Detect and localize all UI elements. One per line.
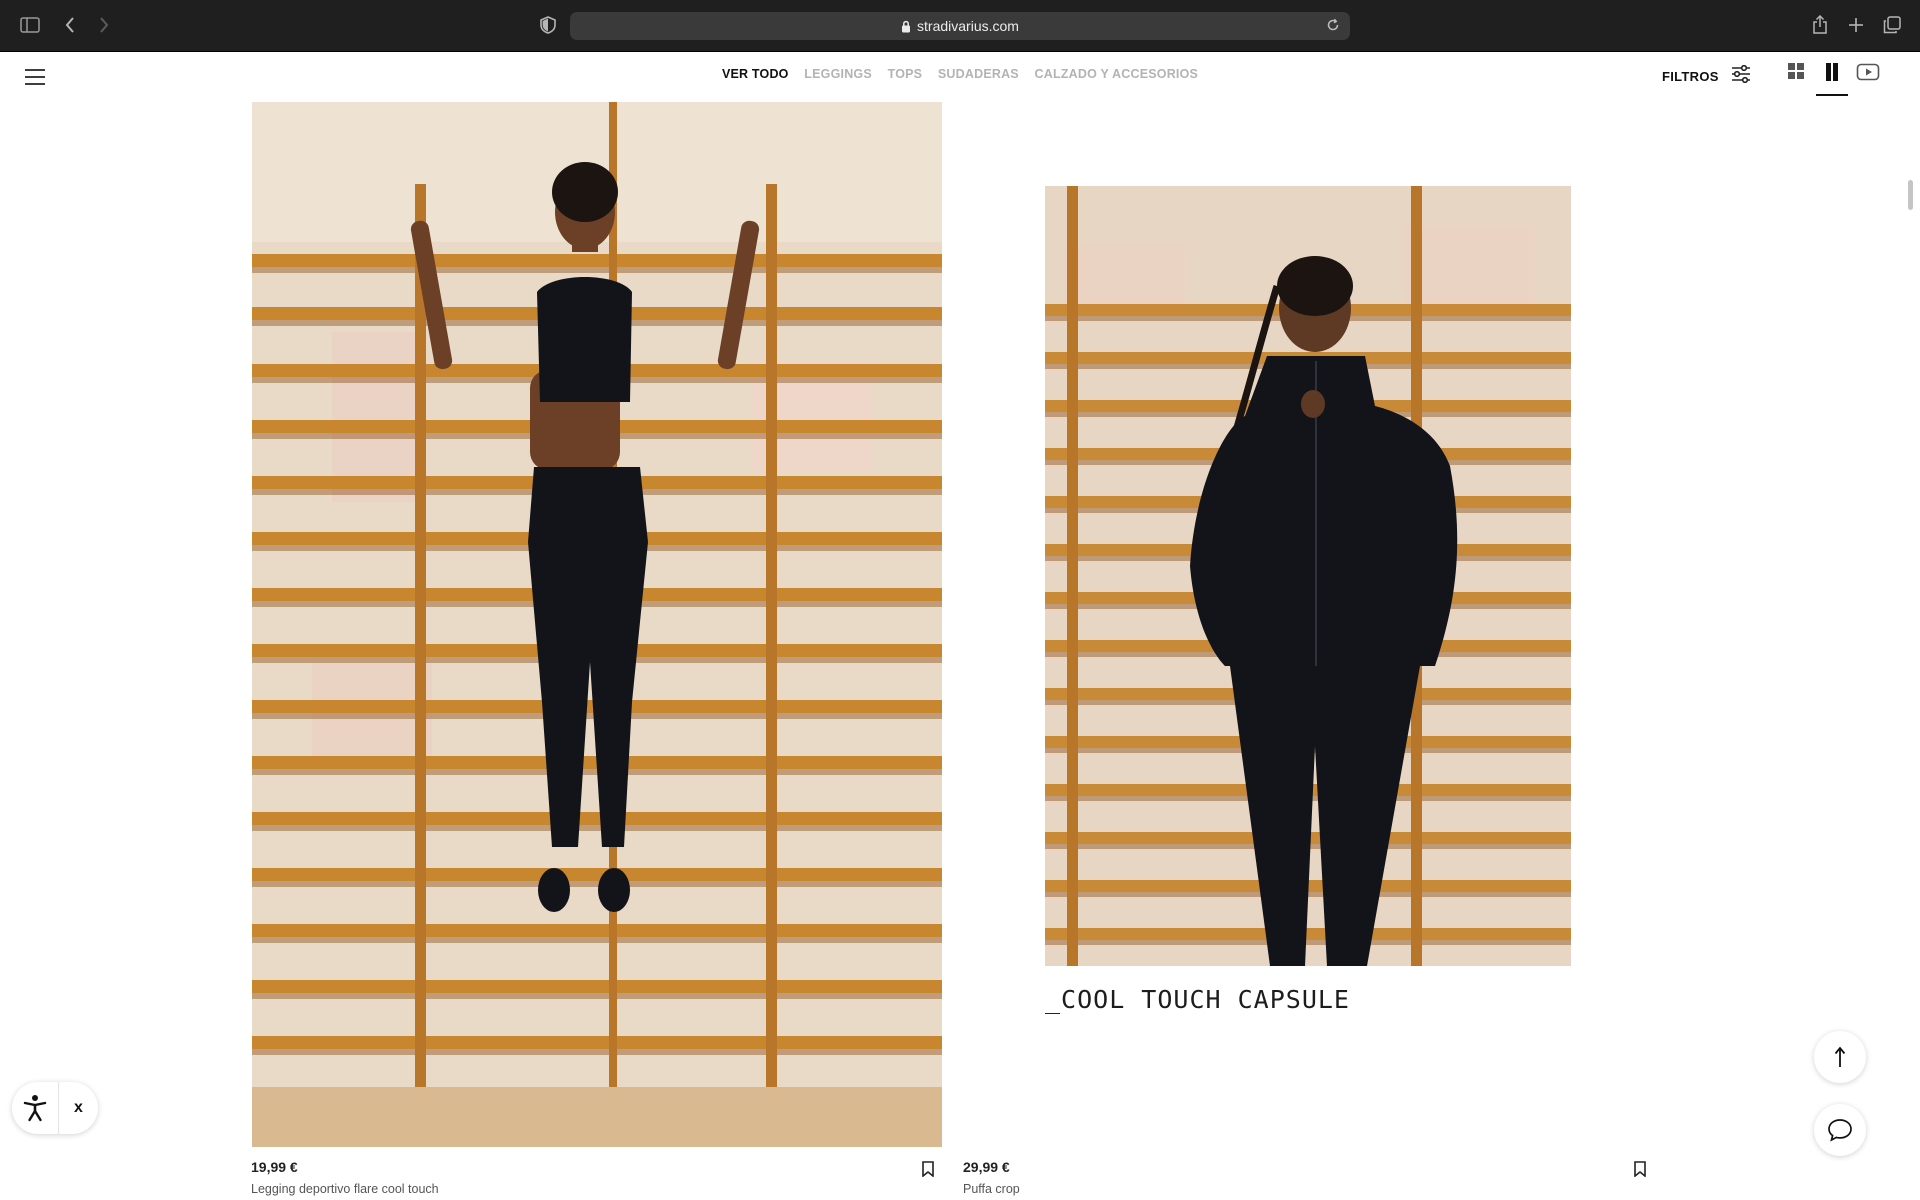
scrollbar-thumb[interactable] [1908,180,1913,210]
accessibility-button[interactable] [12,1082,59,1134]
scroll-to-top-button[interactable] [1814,1031,1866,1083]
shield-icon[interactable] [534,12,562,38]
nav-item-calzado-y-accesorios[interactable]: CALZADO Y ACCESORIOS [1035,67,1199,81]
accessibility-icon [23,1095,47,1122]
forward-icon[interactable] [90,12,118,38]
chat-button[interactable] [1814,1104,1866,1156]
browser-toolbar: stradivarius.com [0,0,1920,52]
arrow-up-icon [1834,1046,1846,1067]
new-tab-icon[interactable] [1842,12,1870,38]
nav-item-ver-todo[interactable]: VER TODO [722,67,789,81]
accessibility-widget: x [12,1082,98,1134]
accessibility-close-button[interactable]: x [59,1099,98,1117]
nav-item-tops[interactable]: TOPS [888,67,923,81]
filters-label: FILTROS [1662,69,1719,84]
reload-icon[interactable] [1326,18,1340,32]
address-bar[interactable]: stradivarius.com [570,12,1350,40]
share-icon[interactable] [1806,12,1834,38]
view-switcher [1784,62,1880,96]
grid-view-icon[interactable] [1784,62,1808,90]
back-icon[interactable] [56,12,84,38]
tab-overview-icon[interactable] [1878,12,1906,38]
sidebar-toggle-icon[interactable] [16,12,44,38]
chat-bubble-icon [1828,1119,1852,1142]
bookmark-icon[interactable] [921,1161,937,1179]
video-view-icon[interactable] [1856,62,1880,90]
product-image-puffa[interactable] [1045,186,1571,966]
two-column-view-icon[interactable] [1816,62,1848,96]
site-header: VER TODO LEGGINGS TOPS SUDADERAS CALZADO… [0,52,1920,102]
product-price: 29,99 € [963,1159,1010,1175]
nav-item-sudaderas[interactable]: SUDADERAS [938,67,1019,81]
url-text: stradivarius.com [917,18,1019,34]
product-name[interactable]: Legging deportivo flare cool touch [251,1182,439,1196]
capsule-title: _COOL TOUCH CAPSULE [1045,985,1350,1014]
sliders-icon [1731,64,1751,88]
product-image-legging[interactable] [252,102,942,1147]
category-nav: VER TODO LEGGINGS TOPS SUDADERAS CALZADO… [0,67,1920,81]
filters-button[interactable]: FILTROS [1662,64,1751,88]
bookmark-icon[interactable] [1633,1161,1649,1179]
product-price: 19,99 € [251,1159,298,1175]
lock-icon [901,20,911,33]
product-name[interactable]: Puffa crop [963,1182,1020,1196]
nav-item-leggings[interactable]: LEGGINGS [804,67,872,81]
